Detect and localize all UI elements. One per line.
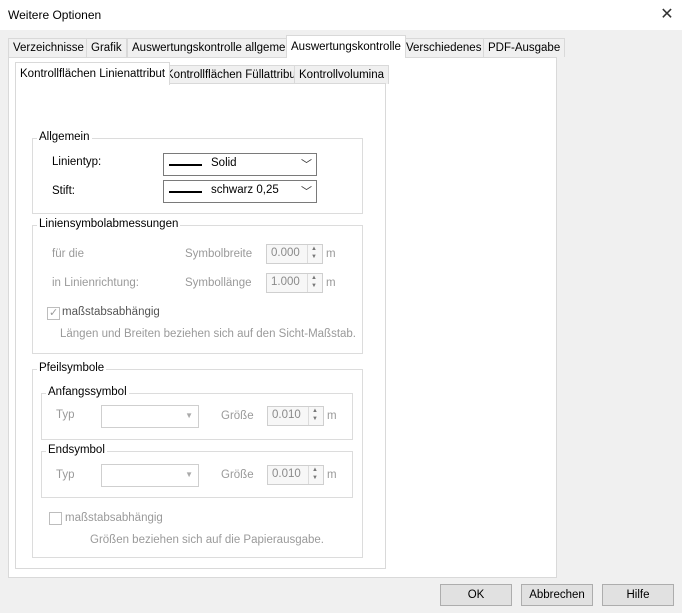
- anfang-groesse-value: 0.010: [272, 409, 301, 421]
- tab-pdf-ausgabe[interactable]: PDF-Ausgabe: [483, 38, 566, 57]
- tab-grafik[interactable]: Grafik: [86, 38, 127, 57]
- linientyp-value: Solid: [211, 157, 237, 169]
- group-endsymbol-title: Endsymbol: [46, 444, 107, 456]
- anfang-typ-select[interactable]: ▼: [101, 405, 199, 428]
- stift-value: schwarz 0,25: [211, 184, 279, 196]
- spin-up-icon[interactable]: ▲: [311, 246, 317, 252]
- spin-down-icon[interactable]: ▼: [311, 283, 317, 289]
- group-pfeilsymbole-title: Pfeilsymbole: [37, 362, 107, 374]
- spin-down-icon[interactable]: ▼: [312, 475, 318, 481]
- tab-auswertungskontrolle[interactable]: Auswertungskontrolle: [286, 35, 406, 58]
- tab-verschiedenes[interactable]: Verschiedenes: [401, 38, 487, 57]
- title-bar: [0, 0, 682, 30]
- end-unit: m: [327, 469, 337, 481]
- spin-up-icon[interactable]: ▲: [311, 275, 317, 281]
- spin-buttons[interactable]: ▲ ▼: [307, 245, 322, 263]
- group-anfangssymbol-title: Anfangssymbol: [46, 386, 129, 398]
- symbolbreite-label: Symbolbreite: [185, 248, 253, 260]
- massstab-checkbox-2[interactable]: [49, 512, 62, 525]
- help-button[interactable]: Hilfe: [602, 584, 674, 606]
- anfang-typ-label: Typ: [56, 409, 75, 421]
- anfang-unit: m: [327, 410, 337, 422]
- spin-up-icon[interactable]: ▲: [312, 467, 318, 473]
- massstab-checkbox-1[interactable]: ✓: [47, 307, 60, 320]
- linientyp-select[interactable]: Solid ﹀: [163, 153, 317, 176]
- chevron-down-icon: ▼: [185, 470, 193, 479]
- anfang-groesse-stepper[interactable]: 0.010 ▲ ▼: [267, 406, 324, 426]
- symbollaenge-label: Symbollänge: [185, 277, 252, 289]
- chevron-down-icon: ﹀: [301, 186, 312, 198]
- pfeil-note: Größen beziehen sich auf die Papierausga…: [90, 534, 324, 546]
- tab-verzeichnisse[interactable]: Verzeichnisse: [8, 38, 89, 57]
- end-typ-label: Typ: [56, 469, 75, 481]
- cancel-button[interactable]: Abbrechen: [521, 584, 593, 606]
- end-groesse-label: Größe: [221, 469, 254, 481]
- symbolbreite-unit: m: [326, 248, 336, 260]
- subtab-fuellattribut[interactable]: Kontrollflächen Füllattribut: [161, 65, 304, 84]
- ok-button[interactable]: OK: [440, 584, 512, 606]
- symbolbreite-value: 0.000: [271, 247, 300, 259]
- symbollaenge-unit: m: [326, 277, 336, 289]
- massstab-label-1: maßstabsabhängig: [62, 306, 160, 318]
- end-typ-select[interactable]: ▼: [101, 464, 199, 487]
- spin-up-icon[interactable]: ▲: [312, 408, 318, 414]
- line-style-preview: [169, 164, 202, 166]
- stift-label: Stift:: [52, 185, 76, 197]
- spin-buttons[interactable]: ▲ ▼: [307, 274, 322, 292]
- spin-down-icon[interactable]: ▼: [312, 416, 318, 422]
- chevron-down-icon: ▼: [185, 411, 193, 420]
- in-linienrichtung-label: in Linienrichtung:: [52, 277, 139, 289]
- anfang-groesse-label: Größe: [221, 410, 254, 422]
- symbollaenge-value: 1.000: [271, 276, 300, 288]
- group-allgemein-title: Allgemein: [37, 131, 92, 143]
- group-liniensymbol-title: Liniensymbolabmessungen: [37, 218, 181, 230]
- spin-down-icon[interactable]: ▼: [311, 254, 317, 260]
- fuer-die-label: für die: [52, 248, 84, 260]
- massstab-label-2: maßstabsabhängig: [65, 512, 163, 524]
- end-groesse-stepper[interactable]: 0.010 ▲ ▼: [267, 465, 324, 485]
- close-icon[interactable]: ✕: [656, 4, 678, 26]
- checkmark-icon: ✓: [49, 307, 59, 319]
- symbolbreite-stepper[interactable]: 0.000 ▲ ▼: [266, 244, 323, 264]
- symbollaenge-stepper[interactable]: 1.000 ▲ ▼: [266, 273, 323, 293]
- chevron-down-icon: ﹀: [301, 159, 312, 171]
- stift-select[interactable]: schwarz 0,25 ﹀: [163, 180, 317, 203]
- tab-auswertungskontrolle-allgemein[interactable]: Auswertungskontrolle allgemein: [127, 38, 300, 57]
- spin-buttons[interactable]: ▲ ▼: [308, 466, 323, 484]
- end-groesse-value: 0.010: [272, 468, 301, 480]
- window-title: Weitere Optionen: [8, 8, 102, 22]
- spin-buttons[interactable]: ▲ ▼: [308, 407, 323, 425]
- subtab-linienattribut[interactable]: Kontrollflächen Linienattribut: [15, 62, 171, 85]
- linientyp-label: Linientyp:: [52, 156, 102, 168]
- subtab-kontrollvolumina[interactable]: Kontrollvolumina: [294, 65, 390, 84]
- pen-preview: [169, 191, 202, 193]
- liniensymbol-note: Längen und Breiten beziehen sich auf den…: [60, 328, 356, 340]
